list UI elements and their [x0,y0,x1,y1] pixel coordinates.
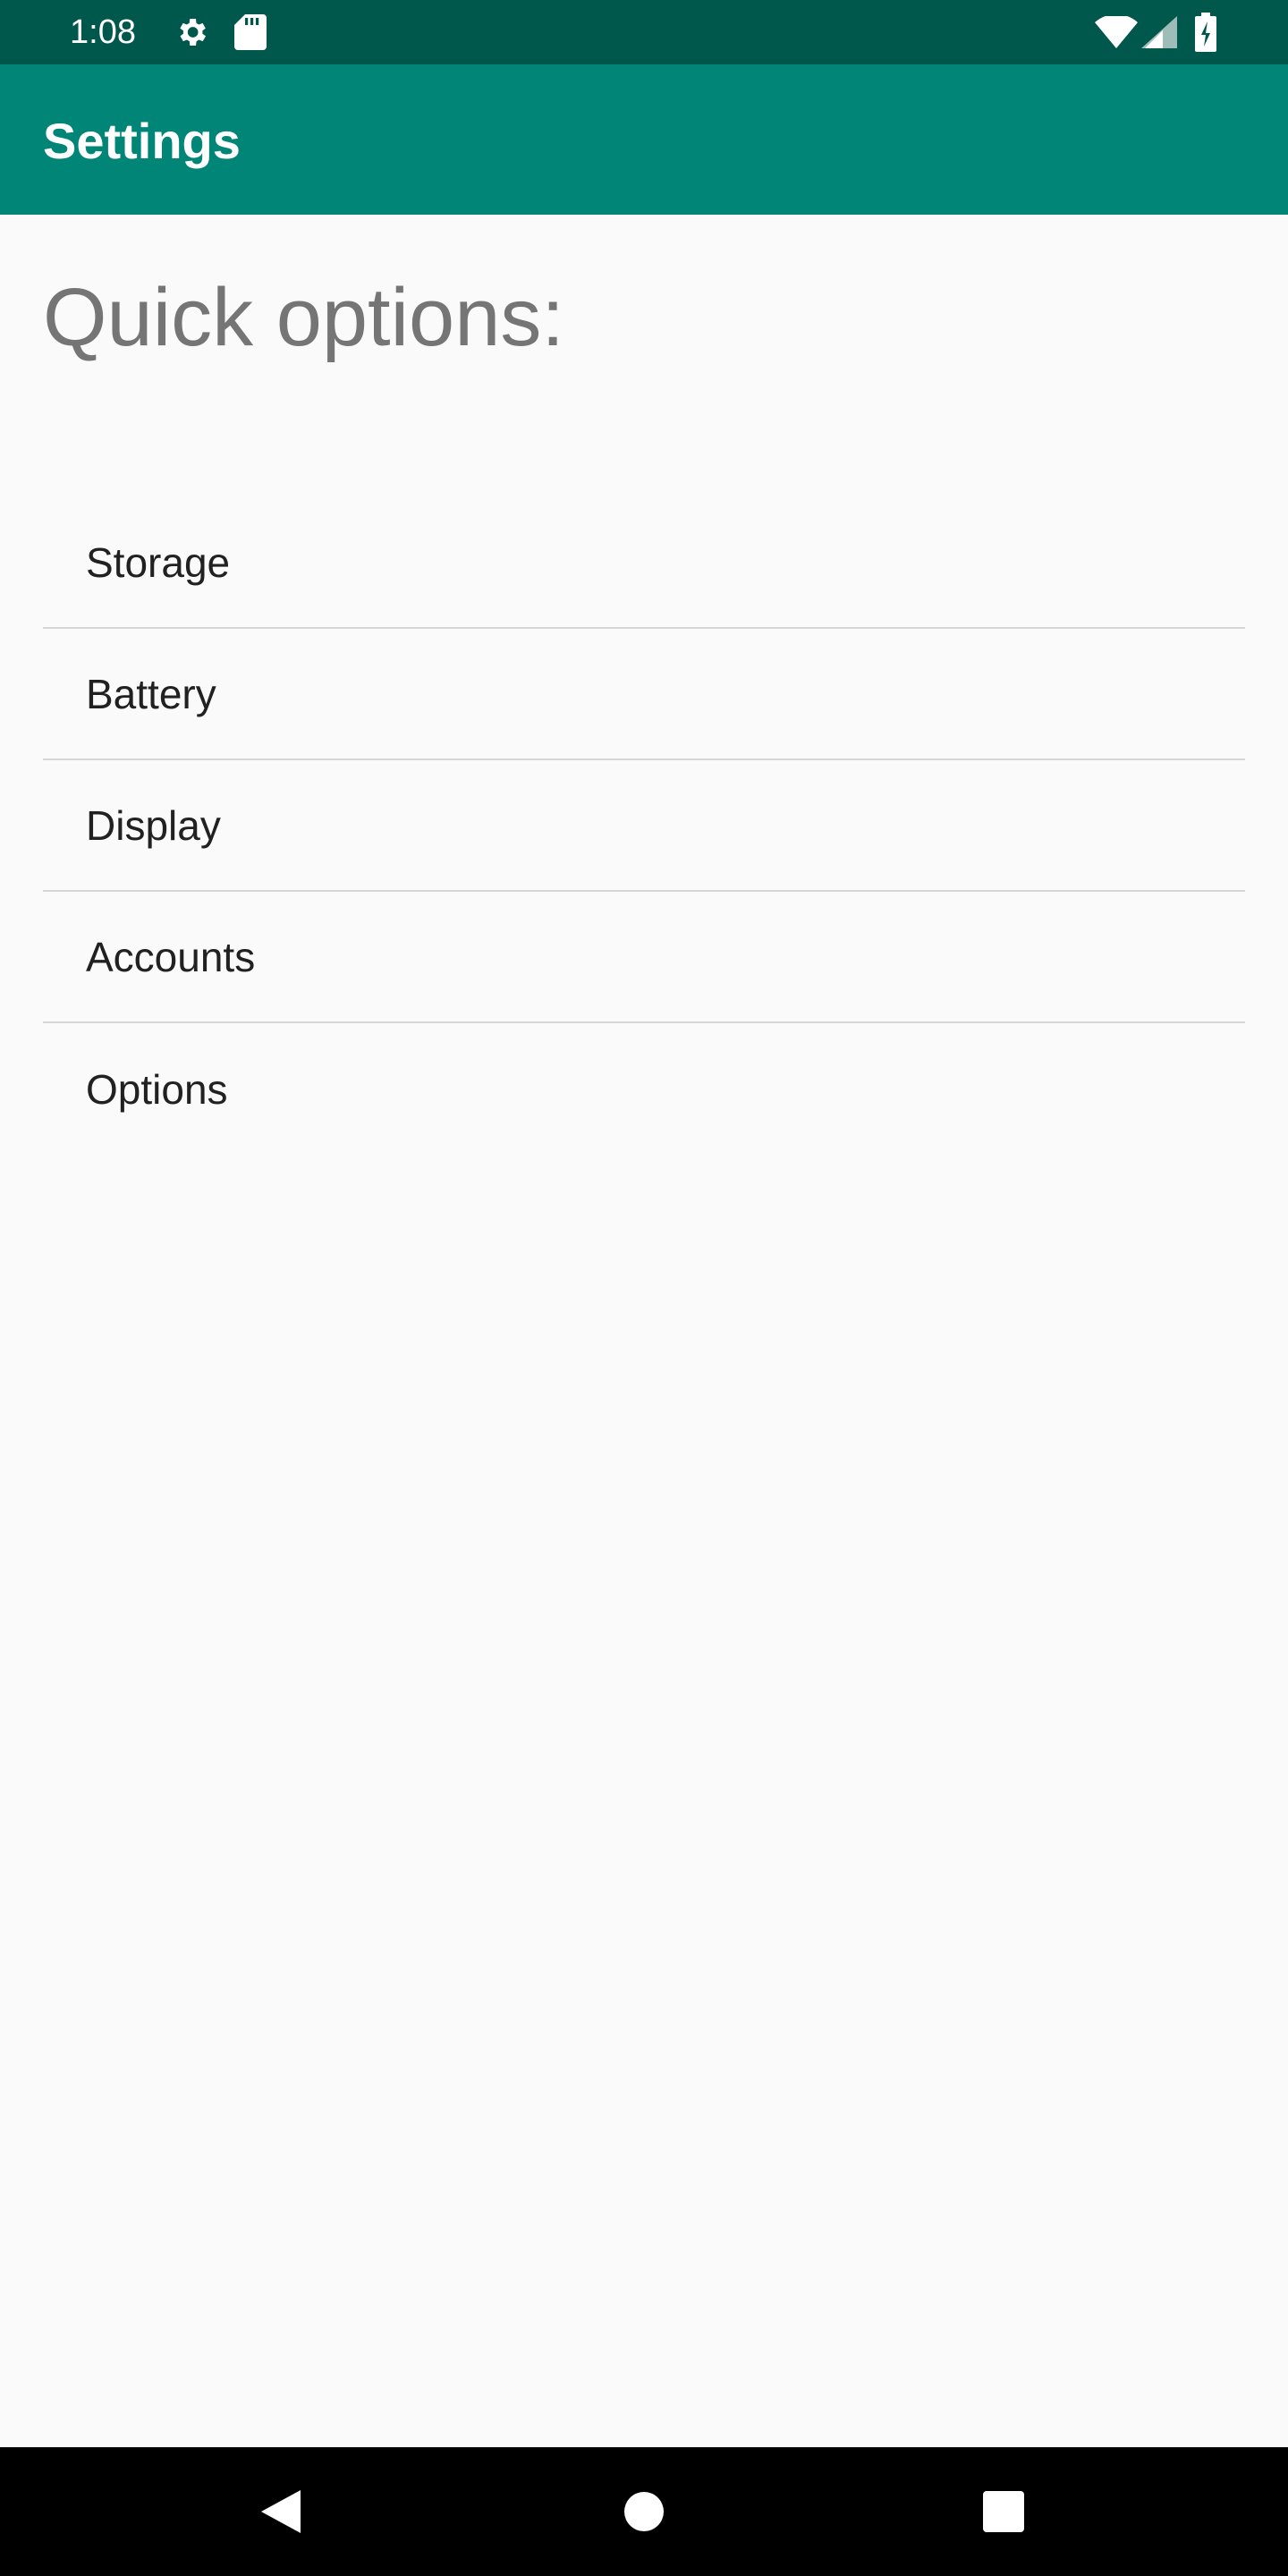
status-time: 1:08 [70,13,136,51]
back-icon [261,2490,301,2533]
option-label: Storage [86,538,231,586]
battery-charging-icon [1195,13,1216,52]
navigation-bar [0,2447,1288,2576]
option-label: Display [86,801,221,849]
option-label: Accounts [86,933,256,980]
option-item-display[interactable]: Display [43,760,1245,892]
quick-options-heading: Quick options: [43,272,564,363]
sd-card-icon [234,14,267,50]
app-bar: Settings [0,64,1288,215]
cell-signal-icon [1141,16,1177,48]
recents-button[interactable] [968,2476,1039,2547]
options-list: Storage Battery Display Accounts Options [43,497,1245,1155]
option-item-battery[interactable]: Battery [43,629,1245,760]
home-icon [624,2492,664,2531]
option-label: Battery [86,670,216,717]
wifi-icon [1095,16,1138,48]
option-item-accounts[interactable]: Accounts [43,892,1245,1023]
option-item-storage[interactable]: Storage [43,497,1245,629]
back-button[interactable] [245,2476,317,2547]
app-title: Settings [43,113,241,169]
gear-icon [180,19,206,46]
main-content: Quick options: Storage Battery Display A… [0,215,1288,2447]
option-item-options[interactable]: Options [43,1023,1245,1155]
home-button[interactable] [608,2476,680,2547]
status-bar: 1:08 [0,0,1288,64]
option-label: Options [86,1065,228,1113]
recents-icon [983,2491,1024,2532]
